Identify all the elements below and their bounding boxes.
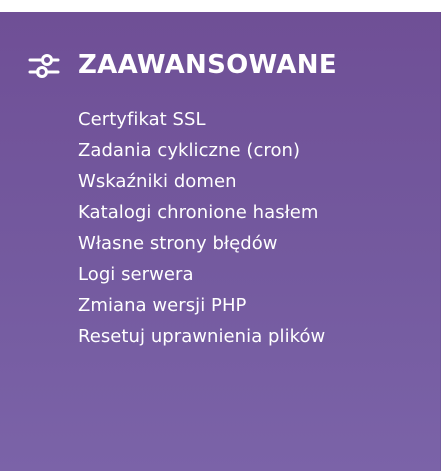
section-header: ZAAWANSOWANE — [24, 50, 337, 80]
menu-item-reset-file-permissions[interactable]: Resetuj uprawnienia plików — [78, 321, 333, 352]
section-title: ZAAWANSOWANE — [78, 50, 337, 80]
menu-item-custom-error-pages[interactable]: Własne strony błędów — [78, 228, 408, 259]
menu-item-domain-pointers[interactable]: Wskaźniki domen — [78, 166, 408, 197]
advanced-menu-list: Certyfikat SSL Zadania cykliczne (cron) … — [78, 104, 408, 352]
menu-item-php-version-change[interactable]: Zmiana wersji PHP — [78, 290, 408, 321]
menu-item-password-protected-directories[interactable]: Katalogi chronione hasłem — [78, 197, 333, 228]
advanced-menu: ZAAWANSOWANE Certyfikat SSL Zadania cykl… — [0, 12, 441, 471]
menu-item-ssl-certificate[interactable]: Certyfikat SSL — [78, 104, 408, 135]
advanced-settings-panel: ZAAWANSOWANE Certyfikat SSL Zadania cykl… — [0, 0, 445, 471]
menu-item-server-logs[interactable]: Logi serwera — [78, 259, 408, 290]
menu-item-cron-jobs[interactable]: Zadania cykliczne (cron) — [78, 135, 408, 166]
sliders-icon — [24, 51, 62, 79]
